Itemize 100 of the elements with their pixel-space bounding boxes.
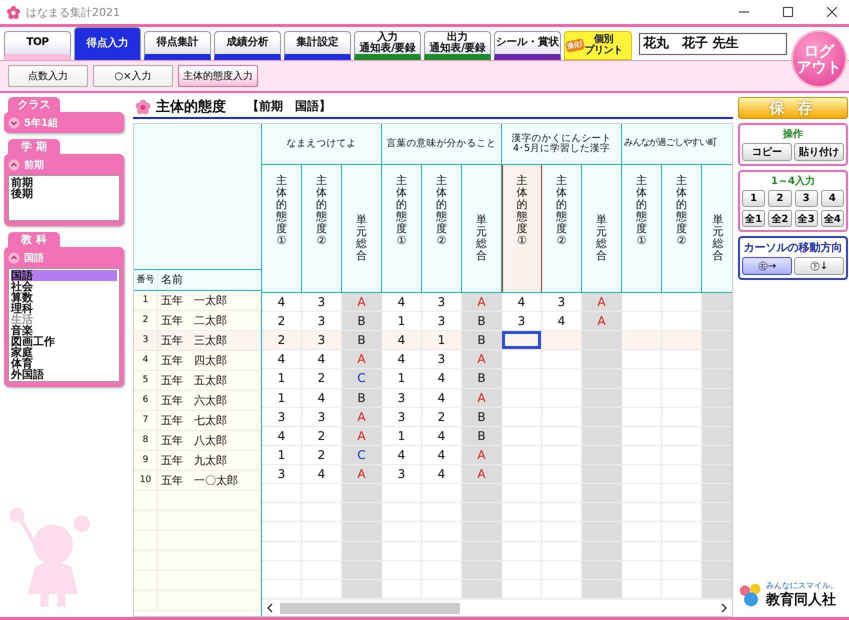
table-cell[interactable]: 3: [262, 465, 302, 484]
quick-input-button[interactable]: 全3: [794, 210, 818, 227]
table-cell[interactable]: [342, 580, 382, 598]
table-cell[interactable]: 2: [262, 312, 302, 330]
table-cell[interactable]: [702, 331, 732, 350]
teacher-name-field[interactable]: 花丸 花子 先生: [639, 33, 787, 55]
table-cell[interactable]: 3: [382, 465, 422, 484]
quick-input-button[interactable]: 4: [820, 190, 844, 207]
tab[interactable]: 得点入力: [74, 27, 141, 60]
chevron-down-icon[interactable]: [8, 117, 20, 129]
maximize-icon[interactable]: [783, 7, 793, 17]
table-cell[interactable]: 1: [262, 369, 302, 388]
table-cell[interactable]: [582, 503, 622, 522]
table-cell[interactable]: [582, 388, 622, 407]
table-cell[interactable]: [702, 446, 732, 464]
table-cell[interactable]: [462, 560, 502, 579]
list-item[interactable]: 国語: [11, 270, 117, 281]
operation-button[interactable]: 貼り付け: [794, 143, 844, 161]
table-cell[interactable]: 4: [382, 292, 422, 312]
scroll-left-icon[interactable]: [266, 603, 274, 613]
table-cell[interactable]: [582, 542, 622, 560]
quick-input-button[interactable]: 全4: [820, 210, 844, 227]
table-cell[interactable]: B: [462, 426, 502, 445]
table-cell[interactable]: [582, 560, 622, 579]
table-cell[interactable]: [702, 312, 732, 330]
table-cell[interactable]: 4: [382, 446, 422, 464]
table-cell[interactable]: [702, 408, 732, 426]
table-cell[interactable]: [582, 331, 622, 350]
list-item[interactable]: 前期: [11, 177, 117, 188]
table-cell[interactable]: 4: [382, 350, 422, 368]
chevron-up-icon[interactable]: [8, 159, 20, 171]
scroll-thumb[interactable]: [280, 602, 460, 614]
table-cell[interactable]: [582, 465, 622, 484]
table-cell[interactable]: 4: [262, 426, 302, 445]
table-cell[interactable]: 3: [502, 312, 542, 330]
table-cell[interactable]: [582, 522, 622, 541]
direction-button[interactable]: ㊨→: [742, 257, 792, 275]
table-cell[interactable]: [582, 446, 622, 464]
table-cell[interactable]: [582, 408, 622, 426]
close-icon[interactable]: [827, 7, 837, 17]
tab[interactable]: 成績分析: [214, 31, 281, 60]
quick-input-button[interactable]: 2: [768, 190, 792, 207]
selected-cell[interactable]: [502, 331, 542, 350]
table-cell[interactable]: [462, 580, 502, 598]
table-cell[interactable]: C: [342, 369, 382, 388]
table-cell[interactable]: 4: [382, 331, 422, 350]
list-item[interactable]: 算数: [11, 292, 117, 303]
tab[interactable]: 集計設定: [284, 31, 351, 60]
table-cell[interactable]: [582, 484, 622, 502]
list-item[interactable]: 外国語: [11, 369, 117, 380]
list-item[interactable]: 後期: [11, 188, 117, 199]
table-cell[interactable]: 2: [262, 331, 302, 350]
list-item[interactable]: 音楽: [11, 325, 117, 336]
table-cell[interactable]: 3: [382, 408, 422, 426]
quick-input-button[interactable]: 全2: [768, 210, 792, 227]
table-cell[interactable]: 1: [262, 446, 302, 464]
table-cell[interactable]: 3: [262, 408, 302, 426]
table-cell[interactable]: B: [462, 331, 502, 350]
table-cell[interactable]: [462, 503, 502, 522]
table-cell[interactable]: [702, 560, 732, 579]
tab[interactable]: 入力 通知表/要録: [354, 31, 421, 60]
tab[interactable]: シール・賞状: [494, 31, 561, 60]
table-cell[interactable]: B: [342, 312, 382, 330]
quick-input-button[interactable]: 1: [742, 190, 766, 207]
table-cell[interactable]: [582, 369, 622, 388]
table-cell[interactable]: 1: [382, 426, 422, 445]
tab[interactable]: TOP: [4, 31, 71, 60]
quick-input-button[interactable]: 全1: [742, 210, 766, 227]
direction-button[interactable]: ㊦↓: [794, 257, 844, 275]
table-cell[interactable]: B: [462, 312, 502, 330]
table-cell[interactable]: [342, 503, 382, 522]
table-cell[interactable]: [702, 580, 732, 598]
table-cell[interactable]: [702, 484, 732, 502]
scroll-right-icon[interactable]: [720, 603, 728, 613]
table-cell[interactable]: 3: [382, 388, 422, 407]
list-item[interactable]: 家庭: [11, 347, 117, 358]
table-cell[interactable]: [702, 426, 732, 445]
table-cell[interactable]: B: [462, 408, 502, 426]
table-cell[interactable]: [462, 542, 502, 560]
horizontal-scrollbar[interactable]: [262, 599, 732, 616]
tab[interactable]: 得点集計: [144, 31, 211, 60]
table-cell[interactable]: 4: [502, 292, 542, 312]
list-item[interactable]: 図画工作: [11, 336, 117, 347]
table-cell[interactable]: [702, 503, 732, 522]
list-item[interactable]: 体育: [11, 358, 117, 369]
table-cell[interactable]: [342, 522, 382, 541]
table-cell[interactable]: [702, 465, 732, 484]
table-cell[interactable]: 4: [262, 292, 302, 312]
table-cell[interactable]: 1: [382, 369, 422, 388]
table-cell[interactable]: [582, 580, 622, 598]
table-cell[interactable]: [462, 522, 502, 541]
table-cell[interactable]: [702, 292, 732, 312]
table-cell[interactable]: B: [342, 331, 382, 350]
table-cell[interactable]: B: [342, 388, 382, 407]
list-item[interactable]: 社会: [11, 281, 117, 292]
table-cell[interactable]: 4: [262, 350, 302, 368]
table-cell[interactable]: [702, 350, 732, 368]
chevron-up-icon[interactable]: [8, 252, 20, 264]
table-cell[interactable]: [462, 484, 502, 502]
table-cell[interactable]: [342, 542, 382, 560]
